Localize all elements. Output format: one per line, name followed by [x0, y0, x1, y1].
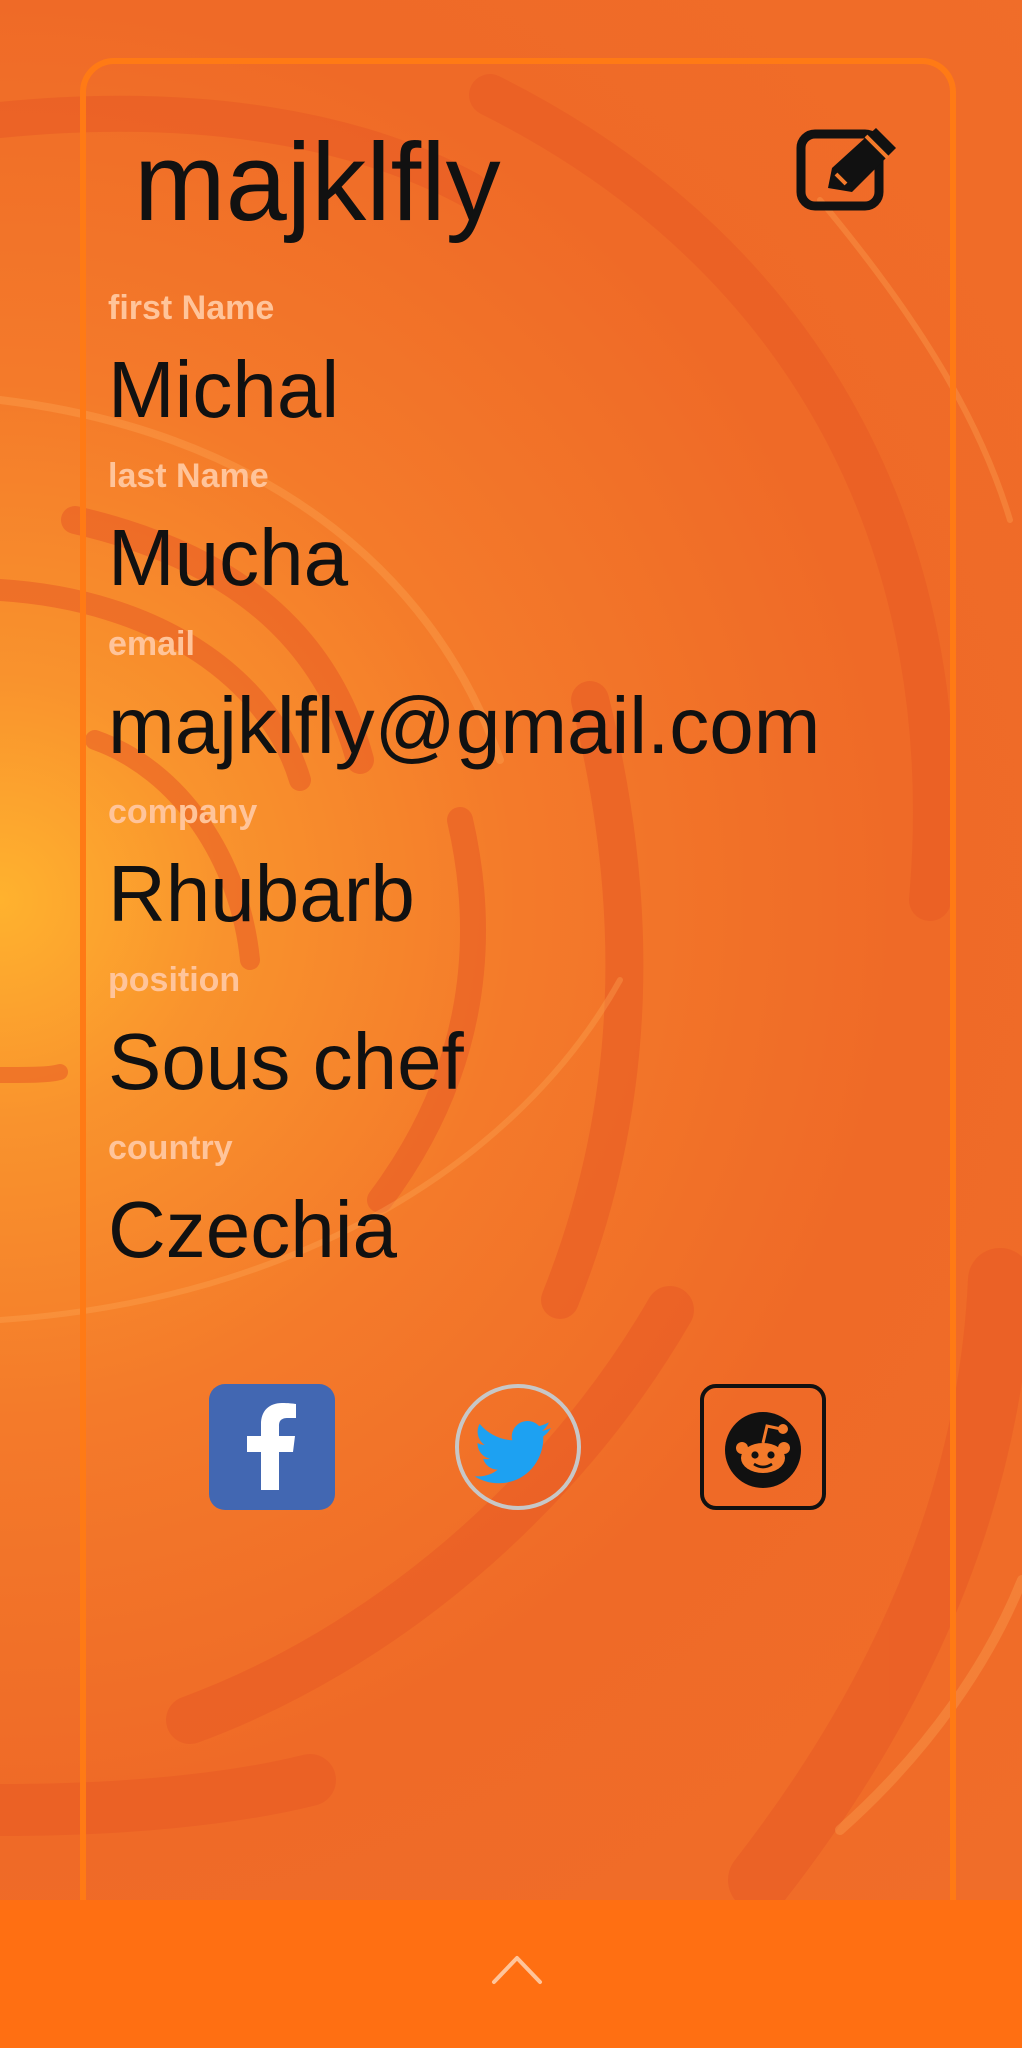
- field-label: email: [108, 625, 195, 663]
- field-email: email majklfly@gmail.com: [108, 622, 928, 790]
- field-country: country Czechia: [108, 1126, 928, 1294]
- edit-icon: [796, 128, 896, 211]
- field-value: Michal: [108, 345, 340, 434]
- field-value: Rhubarb: [108, 849, 415, 938]
- field-value: Mucha: [108, 513, 349, 602]
- field-value: Czechia: [108, 1185, 398, 1274]
- field-label: first Name: [108, 289, 275, 327]
- username-title: majklfly: [134, 121, 501, 244]
- field-value: Sous chef: [108, 1017, 464, 1106]
- twitter-icon: [474, 1421, 551, 1484]
- field-label: company: [108, 793, 258, 831]
- field-value: majklfly@gmail.com: [108, 681, 821, 770]
- field-company: company Rhubarb: [108, 790, 928, 958]
- chevron-up-icon[interactable]: [490, 1952, 544, 1986]
- field-last-name: last Name Mucha: [108, 454, 928, 622]
- field-label: country: [108, 1129, 233, 1167]
- field-label: position: [108, 961, 241, 999]
- field-position: position Sous chef: [108, 958, 928, 1126]
- twitter-button[interactable]: [455, 1384, 581, 1510]
- reddit-button[interactable]: [700, 1384, 826, 1510]
- profile-fields: first Name Michal last Name Mucha email …: [108, 286, 928, 1294]
- facebook-button[interactable]: [209, 1384, 335, 1510]
- reddit-icon: [725, 1412, 801, 1488]
- field-label: last Name: [108, 457, 269, 495]
- facebook-icon: [247, 1403, 296, 1490]
- profile-screen: majklfly first Name Michal last Name Muc…: [0, 0, 1022, 2048]
- field-first-name: first Name Michal: [108, 286, 928, 454]
- edit-profile-button[interactable]: [796, 124, 906, 220]
